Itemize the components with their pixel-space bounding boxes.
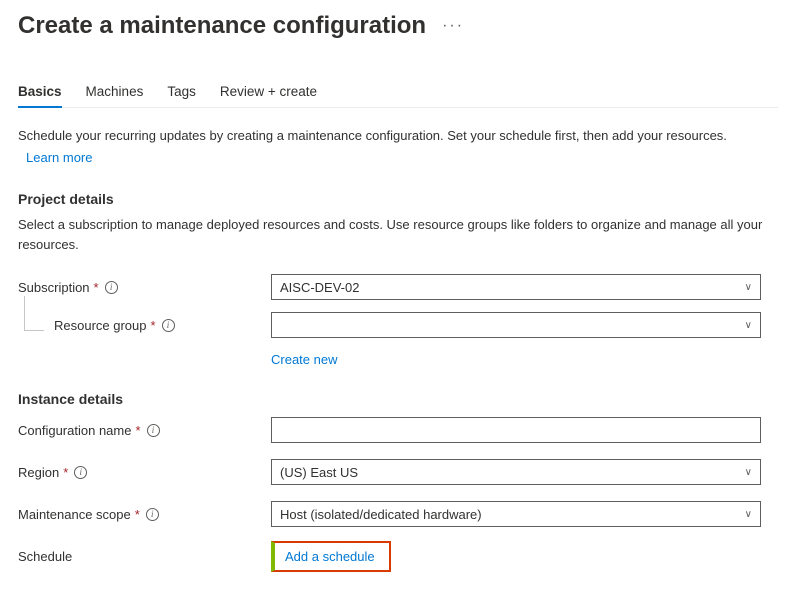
region-value: (US) East US	[280, 465, 358, 480]
maintenance-scope-label-col: Maintenance scope * i	[18, 507, 271, 522]
learn-more-link[interactable]: Learn more	[26, 148, 778, 168]
resource-group-label: Resource group	[54, 318, 147, 333]
region-input-col: (US) East US ∨	[271, 459, 761, 485]
required-asterisk: *	[63, 465, 68, 480]
config-name-label-col: Configuration name * i	[18, 423, 271, 438]
config-name-label: Configuration name	[18, 423, 131, 438]
chevron-down-icon: ∨	[745, 320, 752, 331]
info-icon[interactable]: i	[105, 281, 118, 294]
resource-group-label-col: Resource group * i	[18, 318, 271, 333]
project-details-heading: Project details	[18, 191, 778, 207]
region-select[interactable]: (US) East US ∨	[271, 459, 761, 485]
intro-block: Schedule your recurring updates by creat…	[18, 126, 778, 167]
required-asterisk: *	[135, 423, 140, 438]
resource-group-input-col: ∨	[271, 312, 761, 338]
maintenance-scope-select[interactable]: Host (isolated/dedicated hardware) ∨	[271, 501, 761, 527]
subscription-input-col: AISC-DEV-02 ∨	[271, 274, 761, 300]
config-name-row: Configuration name * i	[18, 415, 778, 445]
page-header: Create a maintenance configuration ···	[18, 12, 778, 40]
chevron-down-icon: ∨	[745, 467, 752, 478]
info-icon[interactable]: i	[147, 424, 160, 437]
page-title: Create a maintenance configuration	[18, 12, 426, 40]
subscription-select[interactable]: AISC-DEV-02 ∨	[271, 274, 761, 300]
more-actions-icon[interactable]: ···	[442, 17, 464, 35]
maintenance-scope-label: Maintenance scope	[18, 507, 131, 522]
create-new-row: Create new	[18, 348, 778, 367]
maintenance-scope-value: Host (isolated/dedicated hardware)	[280, 507, 482, 522]
required-asterisk: *	[94, 280, 99, 295]
required-asterisk: *	[135, 507, 140, 522]
region-row: Region * i (US) East US ∨	[18, 457, 778, 487]
maintenance-scope-row: Maintenance scope * i Host (isolated/ded…	[18, 499, 778, 529]
info-icon[interactable]: i	[146, 508, 159, 521]
resource-group-select[interactable]: ∨	[271, 312, 761, 338]
resource-group-row: Resource group * i ∨	[18, 310, 778, 340]
config-name-input[interactable]	[271, 417, 761, 443]
info-icon[interactable]: i	[162, 319, 175, 332]
tab-machines[interactable]: Machines	[86, 78, 144, 107]
config-name-input-col	[271, 417, 761, 443]
create-new-link[interactable]: Create new	[271, 352, 337, 367]
subscription-label-col: Subscription * i	[18, 280, 271, 295]
subscription-label: Subscription	[18, 280, 90, 295]
tabs-bar: Basics Machines Tags Review + create	[18, 78, 778, 108]
required-asterisk: *	[151, 318, 156, 333]
project-details-desc: Select a subscription to manage deployed…	[18, 215, 778, 254]
tab-tags[interactable]: Tags	[167, 78, 196, 107]
subscription-value: AISC-DEV-02	[280, 280, 359, 295]
chevron-down-icon: ∨	[745, 282, 752, 293]
intro-text: Schedule your recurring updates by creat…	[18, 128, 727, 143]
tab-review-create[interactable]: Review + create	[220, 78, 317, 107]
info-icon[interactable]: i	[74, 466, 87, 479]
instance-details-heading: Instance details	[18, 391, 778, 407]
region-label-col: Region * i	[18, 465, 271, 480]
region-label: Region	[18, 465, 59, 480]
chevron-down-icon: ∨	[745, 509, 752, 520]
subscription-row: Subscription * i AISC-DEV-02 ∨	[18, 272, 778, 302]
maintenance-scope-input-col: Host (isolated/dedicated hardware) ∨	[271, 501, 761, 527]
tab-basics[interactable]: Basics	[18, 78, 62, 107]
